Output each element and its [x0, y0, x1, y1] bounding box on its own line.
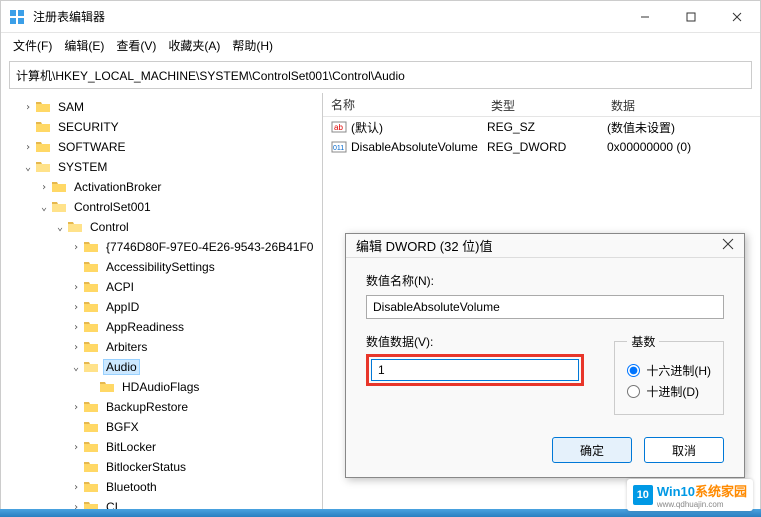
base-legend: 基数 [627, 333, 659, 350]
chevron-right-icon[interactable]: › [69, 302, 83, 313]
folder-icon [51, 180, 67, 194]
col-data[interactable]: 数据 [603, 93, 760, 116]
tree-view[interactable]: › SAM SECURITY › SOFTWARE ⌄ SYSTEM › Activat… [1, 93, 323, 516]
tree-item-security[interactable]: SECURITY [55, 119, 122, 135]
svg-text:ab: ab [334, 123, 343, 132]
chevron-right-icon[interactable]: › [69, 442, 83, 453]
base-group: 基数 十六进制(H) 十进制(D) [614, 333, 724, 415]
regedit-icon [9, 9, 25, 25]
tree-item-activationbroker[interactable]: ActivationBroker [71, 179, 164, 195]
menubar: 文件(F) 编辑(E) 查看(V) 收藏夹(A) 帮助(H) [1, 33, 760, 57]
address-bar[interactable]: 计算机\HKEY_LOCAL_MACHINE\SYSTEM\ControlSet… [9, 61, 752, 89]
tree-item-sam[interactable]: SAM [55, 99, 87, 115]
folder-icon [83, 480, 99, 494]
folder-icon [35, 120, 51, 134]
chevron-down-icon[interactable]: ⌄ [21, 162, 35, 173]
folder-icon [83, 260, 99, 274]
menu-favorites[interactable]: 收藏夹(A) [164, 35, 224, 56]
chevron-right-icon[interactable]: › [69, 322, 83, 333]
chevron-right-icon[interactable]: › [37, 182, 51, 193]
tree-item-bluetooth[interactable]: Bluetooth [103, 479, 160, 495]
chevron-down-icon[interactable]: ⌄ [69, 362, 83, 373]
value-name-label: 数值名称(N): [366, 272, 724, 289]
folder-open-icon [51, 200, 67, 214]
tree-item-accessibility[interactable]: AccessibilitySettings [103, 259, 218, 275]
menu-edit[interactable]: 编辑(E) [60, 35, 108, 56]
chevron-right-icon[interactable]: › [69, 482, 83, 493]
chevron-right-icon[interactable]: › [69, 282, 83, 293]
menu-file[interactable]: 文件(F) [9, 35, 56, 56]
col-name[interactable]: 名称 [323, 93, 483, 116]
chevron-right-icon[interactable]: › [69, 342, 83, 353]
tree-item-audio[interactable]: Audio [103, 359, 140, 375]
cancel-button[interactable]: 取消 [644, 437, 724, 463]
value-name-field[interactable]: DisableAbsoluteVolume [366, 295, 724, 319]
radio-dec[interactable]: 十进制(D) [627, 383, 711, 400]
tree-item-bgfx[interactable]: BGFX [103, 419, 142, 435]
folder-icon [83, 280, 99, 294]
ok-button[interactable]: 确定 [552, 437, 632, 463]
watermark: 10 Win10系统家园 www.qdhuajin.com [627, 479, 753, 511]
tree-item-software[interactable]: SOFTWARE [55, 139, 129, 155]
folder-icon [83, 400, 99, 414]
tree-item-hdaudioflags[interactable]: HDAudioFlags [119, 379, 202, 395]
tree-item-system[interactable]: SYSTEM [55, 159, 110, 175]
folder-open-icon [67, 220, 83, 234]
folder-icon [83, 320, 99, 334]
dword-value-icon: 011 [331, 139, 347, 155]
tree-item-appid[interactable]: AppID [103, 299, 142, 315]
radio-hex[interactable]: 十六进制(H) [627, 362, 711, 379]
minimize-button[interactable] [622, 1, 668, 33]
value-data-highlight [366, 354, 584, 386]
dialog-close-button[interactable] [722, 238, 734, 253]
close-button[interactable] [714, 1, 760, 33]
chevron-right-icon[interactable]: › [21, 142, 35, 153]
svg-text:011: 011 [333, 145, 344, 152]
tree-item-arbiters[interactable]: Arbiters [103, 339, 150, 355]
folder-icon [83, 420, 99, 434]
value-data-input[interactable] [371, 359, 579, 381]
window-title: 注册表编辑器 [33, 8, 622, 25]
chevron-right-icon[interactable]: › [69, 402, 83, 413]
tree-item-backuprestore[interactable]: BackupRestore [103, 399, 191, 415]
tree-item-guid[interactable]: {7746D80F-97E0-4E26-9543-26B41F0 [103, 239, 316, 255]
folder-icon [83, 460, 99, 474]
titlebar: 注册表编辑器 [1, 1, 760, 33]
folder-icon [83, 240, 99, 254]
value-data-label: 数值数据(V): [366, 333, 584, 350]
folder-icon [83, 340, 99, 354]
chevron-right-icon[interactable]: › [69, 242, 83, 253]
menu-help[interactable]: 帮助(H) [228, 35, 277, 56]
chevron-right-icon[interactable]: › [21, 102, 35, 113]
folder-icon [83, 440, 99, 454]
tree-item-controlset001[interactable]: ControlSet001 [71, 199, 154, 215]
tree-item-bitlocker[interactable]: BitLocker [103, 439, 159, 455]
folder-open-icon [35, 160, 51, 174]
folder-open-icon [83, 360, 99, 374]
col-type[interactable]: 类型 [483, 93, 603, 116]
chevron-down-icon[interactable]: ⌄ [53, 222, 67, 233]
tree-item-appreadiness[interactable]: AppReadiness [103, 319, 187, 335]
dialog-title: 编辑 DWORD (32 位)值 [356, 236, 722, 255]
chevron-down-icon[interactable]: ⌄ [37, 202, 51, 213]
edit-dword-dialog: 编辑 DWORD (32 位)值 数值名称(N): DisableAbsolut… [345, 233, 745, 478]
maximize-button[interactable] [668, 1, 714, 33]
address-text: 计算机\HKEY_LOCAL_MACHINE\SYSTEM\ControlSet… [16, 67, 405, 84]
folder-icon [99, 380, 115, 394]
string-value-icon: ab [331, 119, 347, 135]
tree-item-bitlockerstatus[interactable]: BitlockerStatus [103, 459, 189, 475]
list-row-disableabsolutevolume[interactable]: 011DisableAbsoluteVolume REG_DWORD 0x000… [323, 137, 760, 157]
menu-view[interactable]: 查看(V) [112, 35, 160, 56]
list-row-default[interactable]: ab(默认) REG_SZ (数值未设置) [323, 117, 760, 137]
folder-icon [83, 300, 99, 314]
tree-item-control[interactable]: Control [87, 219, 132, 235]
folder-icon [35, 140, 51, 154]
folder-icon [35, 100, 51, 114]
watermark-icon: 10 [633, 485, 653, 505]
tree-item-acpi[interactable]: ACPI [103, 279, 137, 295]
